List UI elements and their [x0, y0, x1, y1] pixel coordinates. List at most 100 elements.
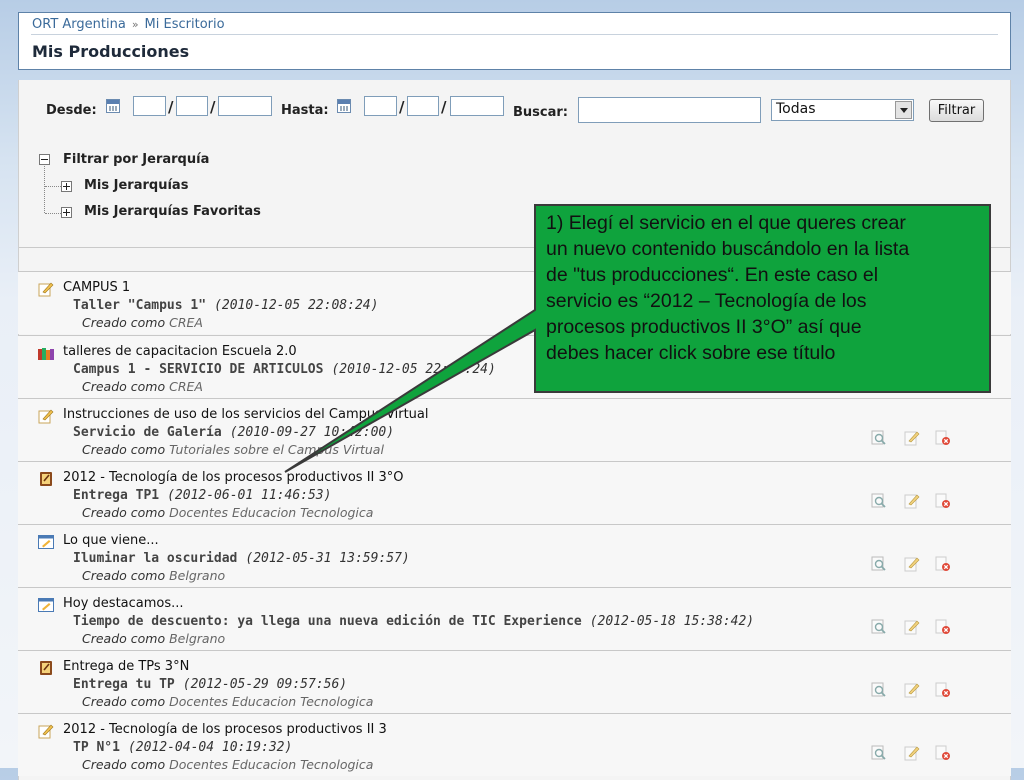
- created-as-prefix: Creado como: [82, 568, 166, 583]
- hasta-year-input[interactable]: [450, 96, 504, 116]
- delete-icon[interactable]: [935, 493, 951, 509]
- delete-icon[interactable]: [935, 682, 951, 698]
- expand-icon[interactable]: [61, 181, 72, 192]
- view-icon[interactable]: [871, 556, 887, 572]
- delete-icon[interactable]: [935, 556, 951, 572]
- breadcrumb-mi-escritorio[interactable]: Mi Escritorio: [145, 17, 225, 32]
- view-icon[interactable]: [871, 682, 887, 698]
- assignment-icon: [38, 471, 54, 487]
- created-as-value: Docentes Educacion Tecnologica: [169, 505, 374, 520]
- production-title-link[interactable]: Taller "Campus 1": [73, 298, 206, 313]
- view-icon[interactable]: [871, 619, 887, 635]
- production-entry: Campus 1 - SERVICIO DE ARTICULOS (2010-12…: [73, 362, 496, 377]
- production-entry: Tiempo de descuento: ya llega una nueva …: [73, 614, 754, 629]
- hasta-day-input[interactable]: [364, 96, 397, 116]
- tree-item-mis-jerarquias-favoritas[interactable]: Mis Jerarquías Favoritas: [84, 204, 261, 219]
- service-title-link[interactable]: Instrucciones de uso de los servicios de…: [63, 407, 428, 422]
- edit-icon[interactable]: [904, 745, 920, 761]
- production-title-link[interactable]: Campus 1 - SERVICIO DE ARTICULOS: [73, 362, 323, 377]
- chevron-down-icon[interactable]: [895, 101, 912, 119]
- calendar-icon-hasta[interactable]: [337, 99, 351, 113]
- production-date: (2012-05-29 09:57:56): [182, 677, 348, 692]
- tree-connector: [44, 166, 45, 213]
- production-row: CAMPUS 1 Taller "Campus 1" (2010-12-05 22:…: [18, 271, 1011, 334]
- calendar-icon-desde[interactable]: [106, 99, 120, 113]
- created-as-value: Tutoriales sobre el Campus Virtual: [169, 442, 384, 457]
- production-date: (2012-04-04 10:19:32): [127, 740, 293, 755]
- created-as-label: Creado como Belgrano: [82, 631, 225, 646]
- production-entry: Taller "Campus 1" (2010-12-05 22:08:24): [73, 298, 378, 313]
- production-entry: TP N°1 (2012-04-04 10:19:32): [73, 740, 292, 755]
- production-date: (2010-12-05 22:08:24): [214, 298, 379, 313]
- hasta-month-input[interactable]: [407, 96, 439, 116]
- created-as-label: Creado como Docentes Educacion Tecnologi…: [82, 757, 373, 772]
- created-as-label: Creado como Docentes Educacion Tecnologi…: [82, 694, 373, 709]
- production-title-link[interactable]: Entrega TP1: [73, 488, 159, 503]
- created-as-prefix: Creado como: [82, 379, 166, 394]
- created-as-prefix: Creado como: [82, 442, 166, 457]
- breadcrumb-ort-argentina[interactable]: ORT Argentina: [32, 17, 126, 32]
- service-title-link[interactable]: Lo que viene...: [63, 533, 159, 548]
- created-as-value: Docentes Educacion Tecnologica: [169, 694, 374, 709]
- breadcrumb: ORT Argentina » Mi Escritorio: [32, 17, 225, 32]
- production-row: Entrega de TPs 3°N Entrega tu TP (2012-05-…: [18, 650, 1011, 713]
- service-title-link[interactable]: CAMPUS 1: [63, 280, 130, 295]
- edit-note-icon: [38, 723, 54, 739]
- production-entry: Iluminar la oscuridad (2012-05-31 13:59:5…: [73, 551, 410, 566]
- created-as-value: Belgrano: [169, 631, 226, 646]
- edit-icon[interactable]: [904, 493, 920, 509]
- edit-icon[interactable]: [904, 619, 920, 635]
- service-title-link[interactable]: 2012 - Tecnología de los procesos produc…: [63, 470, 404, 485]
- created-as-label: Creado como CREA: [82, 315, 203, 330]
- service-title-link[interactable]: Entrega de TPs 3°N: [63, 659, 189, 674]
- tree-connector: [45, 186, 61, 188]
- date-separator: /: [210, 98, 216, 116]
- service-title-link[interactable]: 2012 - Tecnología de los procesos produc…: [63, 722, 387, 737]
- tree-connector: [45, 213, 61, 215]
- created-as-label: Creado como CREA: [82, 379, 203, 394]
- edit-icon[interactable]: [904, 430, 920, 446]
- filter-button[interactable]: Filtrar: [929, 99, 984, 122]
- desde-year-input[interactable]: [218, 96, 272, 116]
- edit-icon[interactable]: [904, 556, 920, 572]
- panel-divider: [19, 247, 1010, 248]
- view-icon[interactable]: [871, 745, 887, 761]
- production-entry: Entrega tu TP (2012-05-29 09:57:56): [73, 677, 347, 692]
- service-title-link[interactable]: talleres de capacitacion Escuela 2.0: [63, 344, 297, 359]
- production-entry: Entrega TP1 (2012-06-01 11:46:53): [73, 488, 331, 503]
- production-date: (2012-05-31 13:59:57): [245, 551, 410, 566]
- edit-note-icon: [38, 281, 54, 297]
- view-icon[interactable]: [871, 493, 887, 509]
- edit-icon[interactable]: [904, 682, 920, 698]
- production-title-link[interactable]: TP N°1: [73, 740, 120, 755]
- production-entry: Servicio de Galería (2010-09-27 10:42:00): [73, 425, 394, 440]
- desde-day-input[interactable]: [133, 96, 166, 116]
- hasta-label: Hasta:: [281, 103, 329, 118]
- tree-root-label[interactable]: Filtrar por Jerarquía: [63, 152, 209, 167]
- created-as-prefix: Creado como: [82, 757, 166, 772]
- production-title-link[interactable]: Entrega tu TP: [73, 677, 175, 692]
- delete-icon[interactable]: [935, 745, 951, 761]
- buscar-label: Buscar:: [513, 105, 568, 120]
- search-input[interactable]: [578, 97, 761, 123]
- view-icon[interactable]: [871, 430, 887, 446]
- desde-month-input[interactable]: [176, 96, 208, 116]
- production-title-link[interactable]: Tiempo de descuento: ya llega una nueva …: [73, 614, 582, 629]
- edit-note-icon: [38, 408, 54, 424]
- created-as-label: Creado como Docentes Educacion Tecnologi…: [82, 505, 373, 520]
- delete-icon[interactable]: [935, 619, 951, 635]
- blog-icon: [38, 597, 54, 613]
- production-title-link[interactable]: Iluminar la oscuridad: [73, 551, 237, 566]
- service-title-link[interactable]: Hoy destacamos...: [63, 596, 184, 611]
- expand-icon[interactable]: [61, 207, 72, 218]
- created-as-prefix: Creado como: [82, 631, 166, 646]
- created-as-value: Docentes Educacion Tecnologica: [169, 757, 374, 772]
- delete-icon[interactable]: [935, 430, 951, 446]
- production-title-link[interactable]: Servicio de Galería: [73, 425, 222, 440]
- books-icon: [38, 345, 54, 361]
- blog-icon: [38, 534, 54, 550]
- collapse-icon[interactable]: [39, 154, 50, 165]
- created-as-prefix: Creado como: [82, 315, 166, 330]
- tree-item-mis-jerarquias[interactable]: Mis Jerarquías: [84, 178, 188, 193]
- type-select[interactable]: Todas: [771, 99, 914, 121]
